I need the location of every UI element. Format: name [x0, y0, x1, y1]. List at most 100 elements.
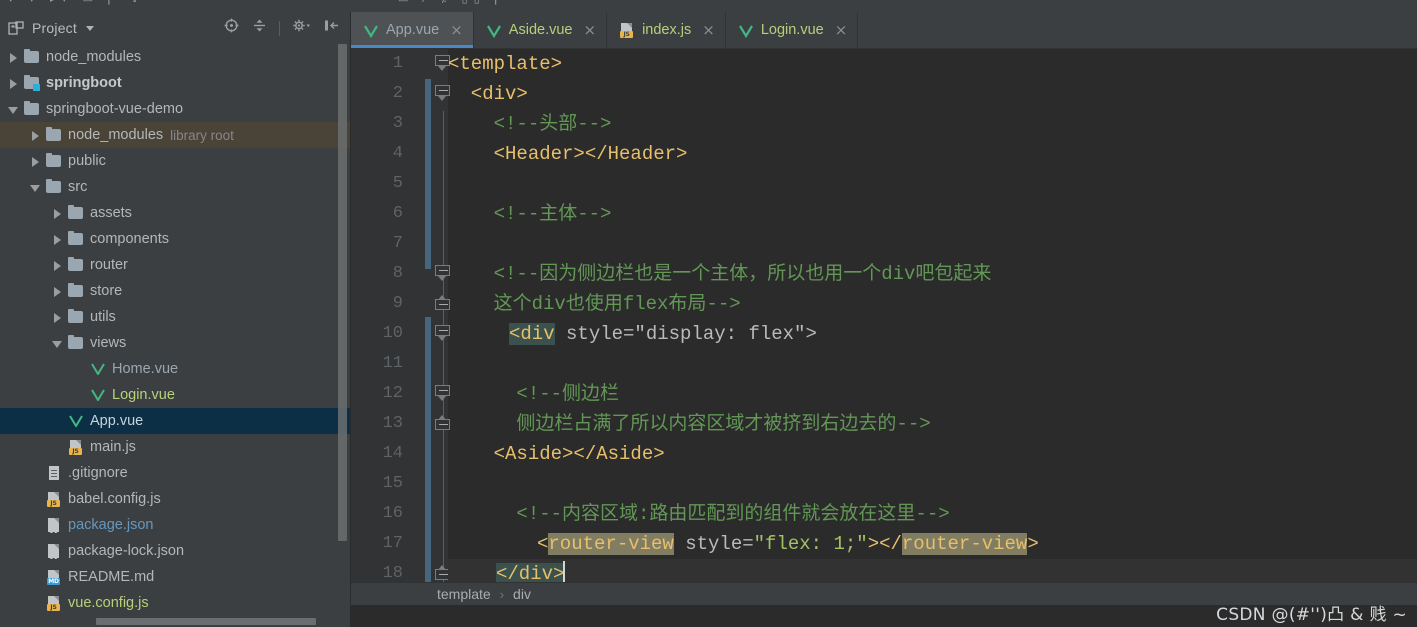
hide-panel-icon[interactable]	[323, 17, 340, 39]
tree-item--gitignore[interactable]: .gitignore	[0, 460, 350, 486]
line-number: 9	[392, 294, 403, 313]
tree-item-springboot-vue-demo[interactable]: springboot-vue-demo	[0, 96, 350, 122]
tree-item-vue-config-js[interactable]: JS vue.config.js	[0, 590, 350, 616]
tree-item-label: springboot	[46, 75, 122, 91]
tree-item-label: node_modules	[68, 127, 164, 143]
tree-item-utils[interactable]: utils	[0, 304, 350, 330]
gitignore-file-icon	[49, 466, 59, 480]
editor-tab-index-js[interactable]: JS index.js ×	[607, 12, 726, 48]
line-number: 2	[392, 84, 403, 103]
tree-item-login-vue[interactable]: Login.vue	[0, 382, 350, 408]
chevron-down-icon[interactable]	[52, 338, 63, 349]
chevron-right-icon[interactable]	[8, 52, 19, 63]
code-line-2: <div>	[448, 79, 1417, 109]
chevron-down-icon[interactable]	[8, 104, 19, 115]
editor-gutter[interactable]: 12345678910111213141516171819	[351, 49, 450, 605]
code-token: <Aside></Aside>	[448, 443, 665, 465]
chevron-right-icon[interactable]	[52, 312, 63, 323]
tree-item-router[interactable]: router	[0, 252, 350, 278]
breadcrumb-item-div[interactable]: div	[513, 586, 531, 602]
code-line-9: 这个div也使用flex布局-->	[448, 289, 1417, 319]
code-token-highlighted-identifier: router-view	[548, 533, 674, 555]
chevron-right-icon[interactable]	[8, 78, 19, 89]
close-icon[interactable]: ×	[835, 22, 848, 37]
tree-item-assets[interactable]: assets	[0, 200, 350, 226]
ide-window: ▾ ▾ ▸▾ ▭ ▏ ♪ ▭ ⁄ ⁒ ▯▯ ▏ Project	[0, 0, 1417, 627]
code-token: <template>	[448, 53, 563, 75]
code-token: <!--头部-->	[448, 113, 612, 135]
project-file-tree[interactable]: node_modules springboot springboot-vue-dem…	[0, 44, 350, 627]
tree-item-src[interactable]: src	[0, 174, 350, 200]
chevron-right-icon[interactable]	[52, 260, 63, 271]
line-number: 10	[382, 324, 403, 343]
chevron-down-icon[interactable]	[85, 25, 94, 31]
code-text[interactable]: <template> <div> <!--头部--> <Header></Hea…	[448, 49, 1417, 605]
project-tree-hscrollbar[interactable]	[96, 618, 316, 625]
toolbar-icons-left: ▾ ▾ ▸▾ ▭ ▏ ♪	[8, 0, 145, 5]
tree-item-node-modules[interactable]: node_modules library root	[0, 122, 350, 148]
tree-item-label: Home.vue	[112, 361, 179, 377]
folder-icon	[24, 101, 39, 115]
editor-area: App.vue × Aside.vue × JS index.js × Login.vue × …	[351, 12, 1417, 627]
code-token: <Header></Header>	[448, 143, 688, 165]
tree-item-label: package-lock.json	[68, 543, 185, 559]
code-token: 这个div也使用flex布局-->	[448, 293, 741, 315]
tree-item-home-vue[interactable]: Home.vue	[0, 356, 350, 382]
chevron-right-icon[interactable]	[30, 156, 41, 167]
project-view-icon	[8, 20, 25, 37]
chevron-down-icon[interactable]	[30, 182, 41, 193]
tree-item-store[interactable]: store	[0, 278, 350, 304]
editor-tab-aside-vue[interactable]: Aside.vue ×	[474, 12, 608, 48]
breadcrumb-item-template[interactable]: template	[437, 586, 491, 602]
code-line-12: <!--侧边栏	[448, 379, 1417, 409]
code-token: 侧边栏占满了所以内容区域才被挤到右边去的-->	[448, 413, 931, 435]
settings-gear-icon[interactable]	[291, 17, 312, 39]
project-tool-window: Project node_modules springboot springbo…	[0, 12, 351, 627]
tree-item-label: node_modules	[46, 49, 142, 65]
tree-item-package-json[interactable]: {} package.json	[0, 512, 350, 538]
line-number: 3	[392, 114, 403, 133]
editor-tab-app-vue[interactable]: App.vue ×	[351, 12, 474, 48]
chevron-right-icon[interactable]	[52, 234, 63, 245]
close-icon[interactable]: ×	[702, 22, 715, 37]
tree-item-app-vue[interactable]: App.vue	[0, 408, 350, 434]
code-editor[interactable]: 12345678910111213141516171819	[351, 49, 1417, 605]
code-token: <div>	[448, 83, 528, 105]
tree-item-springboot[interactable]: springboot	[0, 70, 350, 96]
close-icon[interactable]: ×	[450, 22, 463, 37]
code-token-matched-tag: <div	[509, 323, 555, 345]
editor-tab-bar: App.vue × Aside.vue × JS index.js × Login.vue ×	[351, 12, 1417, 49]
tree-item-readme-md[interactable]: MD README.md	[0, 564, 350, 590]
code-token: >	[867, 533, 880, 555]
code-line-14: <Aside></Aside>	[448, 439, 1417, 469]
code-line-17: <router-view style="flex: 1;"></router-v…	[448, 529, 1417, 559]
code-line-6: <!--主体-->	[448, 199, 1417, 229]
tree-item-annotation: library root	[170, 127, 234, 143]
tree-item-babel-config-js[interactable]: JS babel.config.js	[0, 486, 350, 512]
tree-item-label: App.vue	[90, 413, 144, 429]
locate-icon[interactable]	[223, 17, 240, 39]
tree-item-main-js[interactable]: JS main.js	[0, 434, 350, 460]
tree-item-public[interactable]: public	[0, 148, 350, 174]
vue-file-icon	[486, 22, 502, 39]
code-token: <!--因为侧边栏也是一个主体，所以也用一个div吧包起来	[448, 263, 992, 285]
editor-tab-login-vue[interactable]: Login.vue ×	[726, 12, 859, 48]
tree-item-components[interactable]: components	[0, 226, 350, 252]
tree-item-label: main.js	[90, 439, 136, 455]
chevron-right-icon[interactable]	[52, 208, 63, 219]
chevron-right-icon[interactable]	[30, 130, 41, 141]
tree-item-package-lock-json[interactable]: {} package-lock.json	[0, 538, 350, 564]
chevron-right-icon[interactable]	[52, 286, 63, 297]
tree-item-node-modules[interactable]: node_modules	[0, 44, 350, 70]
vcs-change-marker[interactable]	[425, 317, 431, 589]
tree-item-views[interactable]: views	[0, 330, 350, 356]
close-icon[interactable]: ×	[583, 22, 596, 37]
line-number: 16	[382, 504, 403, 523]
tree-item-label: store	[90, 283, 123, 299]
project-tree-scrollbar[interactable]	[338, 44, 347, 541]
collapse-all-icon[interactable]	[251, 17, 268, 39]
vcs-change-marker[interactable]	[425, 79, 431, 269]
